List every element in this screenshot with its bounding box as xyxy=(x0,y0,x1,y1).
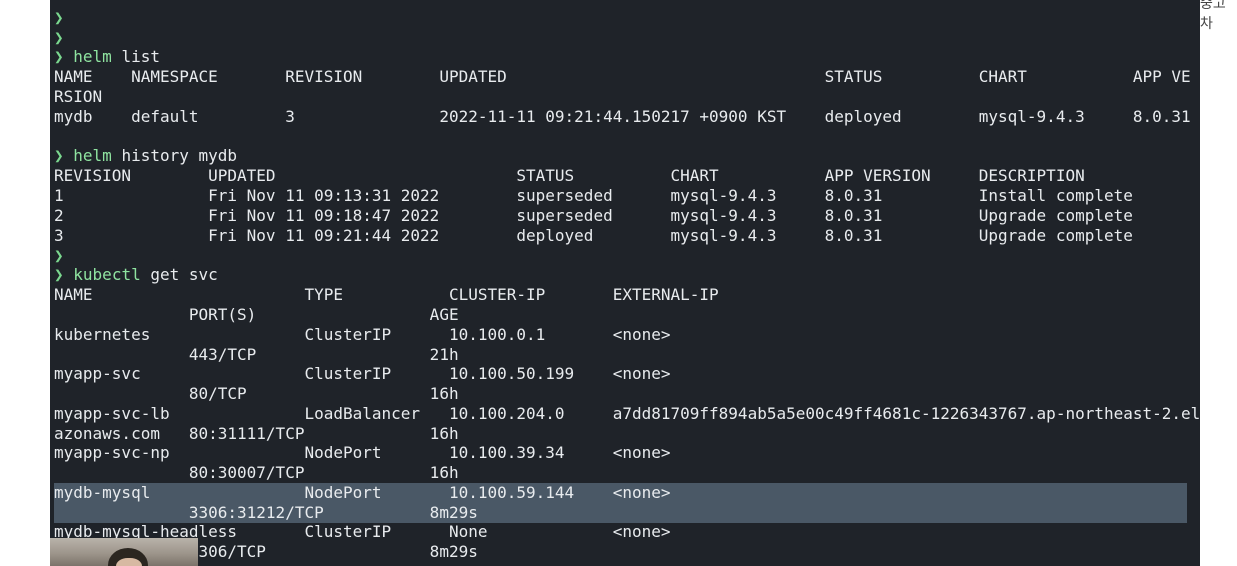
prompt-icon: ❯ xyxy=(54,28,64,47)
command-line: ❯ helm list xyxy=(54,47,160,66)
command-name: helm xyxy=(73,146,112,165)
helm-list-row: mydb default 3 2022-11-11 09:21:44.15021… xyxy=(54,107,1191,126)
command-line: ❯ helm history mydb xyxy=(54,146,238,165)
svc-row-wrap: 443/TCP 21h xyxy=(54,345,459,364)
helm-history-row: 1 Fri Nov 11 09:13:31 2022 superseded my… xyxy=(54,186,1133,205)
svc-row: myapp-svc-np NodePort 10.100.39.34 <none… xyxy=(54,443,671,462)
terminal-window[interactable]: ❯ ❯ ❯ helm list NAME NAMESPACE REVISION … xyxy=(50,0,1200,566)
svc-row-wrap: 80:30007/TCP 16h xyxy=(54,463,459,482)
command-line: ❯ kubectl get svc xyxy=(54,265,218,284)
prompt-icon: ❯ xyxy=(54,47,64,66)
terminal-line: ❯ xyxy=(54,28,64,48)
corner-caption: 중고차 xyxy=(1200,0,1226,32)
command-name: kubectl xyxy=(73,265,141,284)
terminal-line: ❯ xyxy=(54,8,64,28)
prompt-icon: ❯ xyxy=(54,146,64,165)
svc-header: NAME TYPE CLUSTER-IP EXTERNAL-IP xyxy=(54,285,719,304)
svc-row-selected-wrap: 3306:31212/TCP 8m29s xyxy=(54,503,478,522)
prompt-icon: ❯ xyxy=(54,265,64,284)
svc-row: kubernetes ClusterIP 10.100.0.1 <none> xyxy=(54,325,671,344)
svc-row-selected: mydb-mysql NodePort 10.100.59.144 <none> xyxy=(54,483,671,502)
svc-header-wrap: PORT(S) AGE xyxy=(54,305,459,324)
presenter-face xyxy=(116,558,142,566)
helm-history-row: 2 Fri Nov 11 09:18:47 2022 superseded my… xyxy=(54,206,1133,225)
right-margin: 중고차 xyxy=(1200,0,1237,566)
svc-row: myapp-svc-lb LoadBalancer 10.100.204.0 a… xyxy=(54,404,1200,423)
helm-list-header: NAME NAMESPACE REVISION UPDATED STATUS C… xyxy=(54,67,1191,86)
command-name: helm xyxy=(73,47,112,66)
terminal-line: ❯ xyxy=(54,246,64,266)
prompt-icon: ❯ xyxy=(54,8,64,27)
helm-history-header: REVISION UPDATED STATUS CHART APP VERSIO… xyxy=(54,166,1085,185)
helm-list-header-wrap: RSION xyxy=(54,87,103,106)
webcam-overlay xyxy=(50,538,198,566)
svc-row-wrap: azonaws.com 80:31111/TCP 16h xyxy=(54,424,459,443)
prompt-icon: ❯ xyxy=(54,246,64,265)
svc-row: myapp-svc ClusterIP 10.100.50.199 <none> xyxy=(54,364,671,383)
helm-history-row: 3 Fri Nov 11 09:21:44 2022 deployed mysq… xyxy=(54,226,1133,245)
svc-row-wrap: 80/TCP 16h xyxy=(54,384,459,403)
